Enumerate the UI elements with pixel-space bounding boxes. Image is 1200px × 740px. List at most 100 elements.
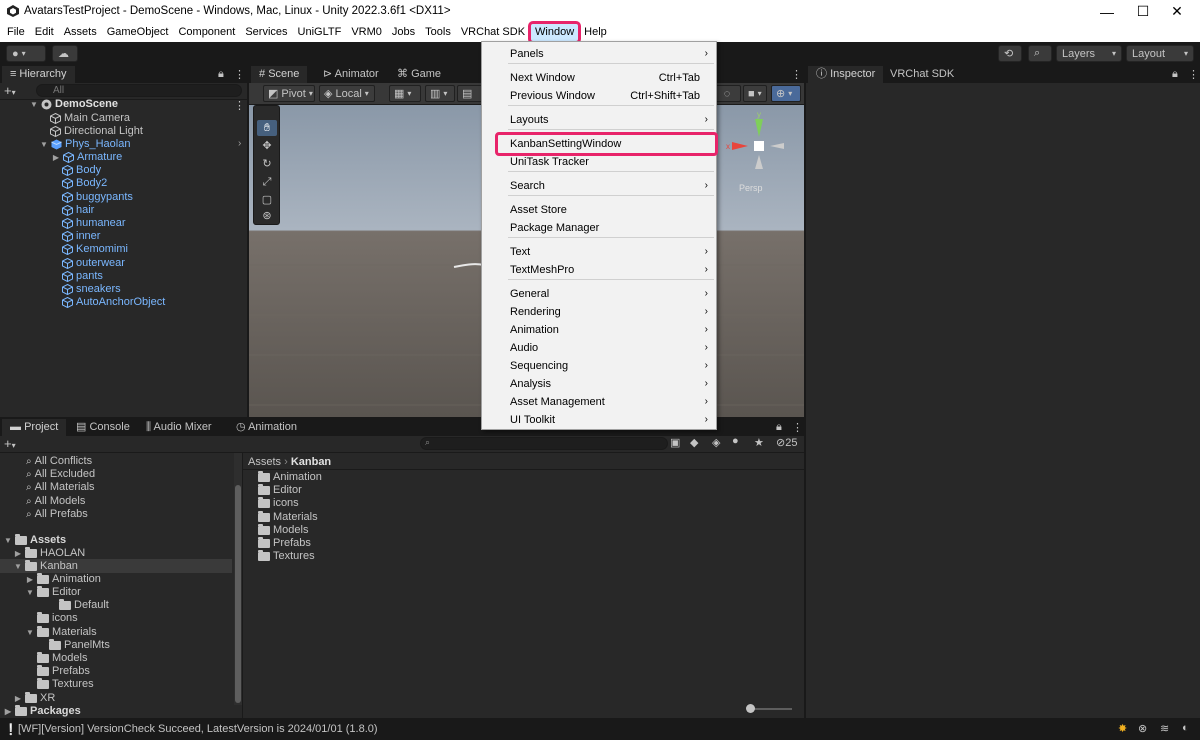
menu-item[interactable]: Audio ›	[482, 339, 716, 357]
project-tree-item[interactable]: ▼ Assets	[4, 534, 66, 547]
folder-list-item[interactable]: icons	[258, 497, 299, 510]
breadcrumb-assets[interactable]: Assets	[248, 456, 281, 468]
tab-inspector[interactable]: ⓘ Inspector	[808, 66, 884, 83]
tab-console[interactable]: ▤ Console	[68, 419, 138, 436]
menu-jobs[interactable]: Jobs	[387, 23, 420, 42]
project-tree-item[interactable]: icons	[26, 612, 78, 625]
menu-item[interactable]: Package Manager	[482, 219, 716, 237]
menu-item[interactable]: Rendering ›	[482, 303, 716, 321]
project-tree-item[interactable]: PanelMts	[38, 639, 110, 652]
project-tree-item[interactable]: ▶ Packages	[4, 705, 81, 718]
layout-dropdown[interactable]: Layout ▾	[1126, 45, 1194, 62]
menu-item[interactable]: General ›	[482, 285, 716, 303]
tree-item-child[interactable]: humanear	[62, 217, 126, 230]
add-button[interactable]: +▾	[4, 83, 16, 98]
menu-item[interactable]: UniTask Tracker	[482, 153, 716, 171]
tree-item-directional-light[interactable]: Directional Light	[50, 125, 143, 138]
menu-edit[interactable]: Edit	[30, 23, 59, 42]
expand-arrow-icon[interactable]: ▶	[26, 573, 34, 586]
menu-item[interactable]: UI Toolkit ›	[482, 411, 716, 429]
folder-list-item[interactable]: Textures	[258, 550, 315, 563]
folder-list-item[interactable]: Prefabs	[258, 537, 311, 550]
tab-animator[interactable]: ⊳ Animator	[315, 66, 387, 83]
hidden-packages-icon[interactable]: ⊘25	[776, 436, 797, 449]
menu-item[interactable]: Text ›	[482, 243, 716, 261]
tab-audio-mixer[interactable]: ⫼ Audio Mixer	[138, 419, 220, 436]
tree-item-child[interactable]: pants	[62, 270, 103, 283]
more-icon[interactable]: ⋮	[234, 68, 245, 81]
rotate-tool-icon[interactable]: ↻	[257, 156, 277, 172]
more-icon[interactable]: ⋮	[234, 99, 245, 112]
tab-animation[interactable]: ◷ Animation	[228, 419, 305, 436]
expand-arrow-icon[interactable]: ▼	[26, 586, 34, 599]
expand-arrow-icon[interactable]: ▶	[4, 705, 12, 718]
tab-game[interactable]: ⌘ Game	[389, 66, 449, 83]
menu-assets[interactable]: Assets	[59, 23, 102, 42]
project-search-input[interactable]: ⌕	[420, 437, 668, 450]
transform-tool-icon[interactable]: ⊛	[257, 208, 277, 224]
hierarchy-search-input[interactable]: All	[36, 84, 242, 97]
cache-server-icon[interactable]: ⊗	[1138, 722, 1147, 735]
expand-arrow-icon[interactable]: ▼	[4, 534, 12, 547]
tree-item-child[interactable]: Body2	[62, 177, 107, 190]
more-icon[interactable]: ⋮	[792, 421, 803, 434]
label-icon[interactable]: ◈	[712, 436, 720, 449]
menu-item[interactable]: Panels ›	[482, 45, 716, 63]
reload-icon[interactable]: ◐	[1182, 722, 1189, 734]
tab-project[interactable]: ▬ Project	[2, 419, 67, 436]
star-icon[interactable]: ★	[754, 436, 764, 449]
menu-item[interactable]: Search ›	[482, 177, 716, 195]
menu-item[interactable]: Animation ›	[482, 321, 716, 339]
menu-file[interactable]: File	[2, 23, 30, 42]
scene-row[interactable]: ▼ DemoScene	[30, 98, 118, 111]
menu-gameobject[interactable]: GameObject	[102, 23, 174, 42]
history-button[interactable]: ⟲	[998, 45, 1022, 62]
search-button[interactable]: ⌕	[1028, 45, 1052, 62]
debug-icon[interactable]: ✸	[1118, 722, 1127, 735]
menu-item[interactable]: KanbanSettingWindow	[495, 132, 718, 156]
tree-item-main-camera[interactable]: Main Camera	[50, 112, 130, 125]
lock-icon[interactable]: 🔒︎	[218, 68, 224, 81]
pivot-dropdown[interactable]: ◩ Pivot ▾	[263, 85, 315, 102]
tree-item-child[interactable]: inner	[62, 230, 100, 243]
breadcrumb-kanban[interactable]: Kanban	[291, 456, 331, 468]
favorite-item[interactable]: ⌕ All Excluded	[26, 468, 95, 481]
project-tree-item[interactable]: Models	[26, 652, 87, 665]
project-tree-item[interactable]: Default	[48, 599, 109, 612]
rect-tool-icon[interactable]: ▢	[257, 192, 277, 208]
expand-arrow-icon[interactable]: ▼	[26, 626, 34, 639]
project-tree-item[interactable]: ▼ Kanban	[14, 560, 78, 573]
expand-arrow-icon[interactable]: ▶	[52, 151, 60, 164]
menu-item[interactable]: Layouts ›	[482, 111, 716, 129]
cloud-button[interactable]: ☁	[52, 45, 78, 62]
tree-item-child[interactable]: outerwear	[62, 257, 125, 270]
project-tree-item[interactable]: ▼ Editor	[26, 586, 81, 599]
account-button[interactable]: ● ▾	[6, 45, 46, 62]
camera-dropdown[interactable]: ■ ▾	[743, 85, 767, 102]
tree-scrollbar[interactable]	[234, 453, 242, 705]
menu-tools[interactable]: Tools	[420, 23, 456, 42]
tree-item-child[interactable]: hair	[62, 204, 94, 217]
layers-dropdown[interactable]: Layers ▾	[1056, 45, 1122, 62]
scale-tool-icon[interactable]: ⤢	[257, 174, 277, 190]
tree-item-child[interactable]: AutoAnchorObject	[62, 296, 165, 309]
menu-item[interactable]: Sequencing ›	[482, 357, 716, 375]
menu-vrchat-sdk[interactable]: VRChat SDK	[456, 23, 530, 42]
expand-arrow-icon[interactable]: ▶	[14, 692, 22, 705]
favorite-item[interactable]: ⌕ All Models	[26, 495, 85, 508]
tree-item-child[interactable]: ▶ Armature	[52, 151, 122, 164]
create-button[interactable]: +▾	[4, 436, 16, 451]
menu-unigltf[interactable]: UniGLTF	[293, 23, 347, 42]
menu-item[interactable]: Asset Management ›	[482, 393, 716, 411]
tree-item-phys-haolan[interactable]: ▼ Phys_Haolan	[40, 138, 130, 151]
menu-vrm0[interactable]: VRM0	[346, 23, 387, 42]
tree-item-child[interactable]: Kemomimi	[62, 243, 128, 256]
tree-item-child[interactable]: Body	[62, 164, 101, 177]
move-tool-icon[interactable]: ✥	[257, 138, 277, 154]
chevron-right-icon[interactable]: ›	[238, 138, 241, 149]
menu-item[interactable]: Previous Window Ctrl+Shift+Tab	[482, 87, 716, 105]
progress-icon[interactable]: ≋	[1160, 722, 1169, 735]
project-tree-item[interactable]: Prefabs	[26, 665, 90, 678]
warning-icon[interactable]: ●	[732, 435, 739, 447]
lock-icon[interactable]: 🔒︎	[776, 421, 782, 434]
